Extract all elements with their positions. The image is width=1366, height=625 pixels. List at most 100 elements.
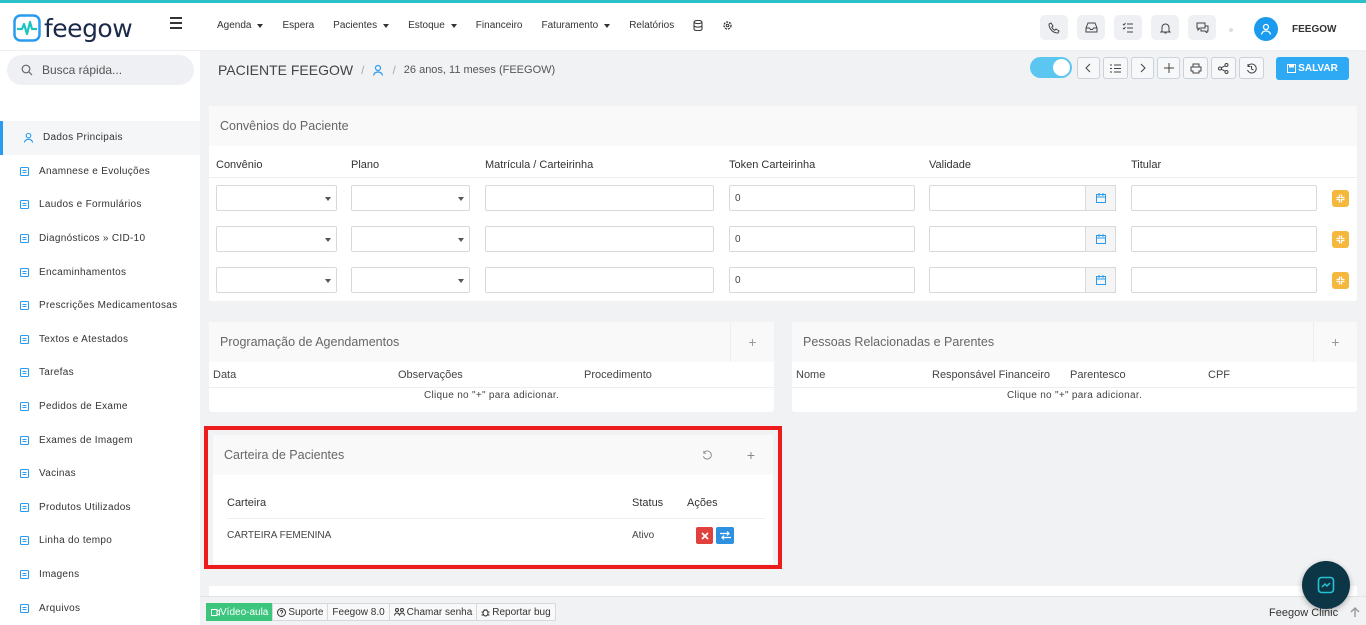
matricula-input[interactable] <box>485 226 714 252</box>
top-icons <box>1040 15 1216 40</box>
menu-estoque[interactable]: Estoque <box>408 20 457 31</box>
expand-icon[interactable] <box>1332 231 1349 248</box>
convenio-select[interactable] <box>216 267 337 293</box>
menu-pacientes[interactable]: Pacientes <box>333 20 390 31</box>
sidebar-item[interactable]: Prescrições Medicamentosas <box>0 289 200 323</box>
validade-input[interactable] <box>929 226 1086 252</box>
token-value: 0 <box>735 233 741 245</box>
menu-agenda[interactable]: Agenda <box>217 20 264 31</box>
user-avatar[interactable] <box>1254 17 1278 41</box>
titular-input[interactable] <box>1131 267 1317 293</box>
carteira-panel: Carteira de Pacientes + Carteira Status … <box>213 435 773 564</box>
users-icon <box>393 608 405 616</box>
menu-faturamento[interactable]: Faturamento <box>542 20 611 31</box>
sidebar-item[interactable]: Pedidos de Exame <box>0 390 200 424</box>
status-toggle[interactable] <box>1030 57 1072 78</box>
logo-text: feegow <box>44 13 133 43</box>
sidebar-item[interactable]: Vacinas <box>0 457 200 491</box>
sidebar-item[interactable]: Textos e Atestados <box>0 323 200 357</box>
bell-icon[interactable] <box>1151 15 1179 40</box>
search-input[interactable]: Busca rápida... <box>7 55 194 85</box>
menu-relatorios[interactable]: Relatórios <box>629 20 674 31</box>
sidebar-item[interactable]: Tarefas <box>0 356 200 390</box>
chat-widget-button[interactable] <box>1302 561 1350 609</box>
close-icon <box>700 531 709 540</box>
save-button[interactable]: SALVAR <box>1276 57 1349 80</box>
titular-input[interactable] <box>1131 185 1317 211</box>
history-icon[interactable] <box>1239 57 1264 79</box>
token-input[interactable]: 0 <box>729 226 915 252</box>
version-label[interactable]: Feegow 8.0 <box>327 603 390 621</box>
matricula-input[interactable] <box>485 185 714 211</box>
sidebar-item[interactable]: Laudos e Formulários <box>0 188 200 222</box>
calendar-icon[interactable] <box>1085 267 1116 293</box>
menu-label: Estoque <box>408 20 445 31</box>
validade-input[interactable] <box>929 267 1086 293</box>
settings-gear-icon[interactable] <box>722 20 733 31</box>
sidebar-item[interactable]: Diagnósticos » CID-10 <box>0 222 200 256</box>
sidebar-item-label: Prescrições Medicamentosas <box>39 300 178 312</box>
plano-select[interactable] <box>351 185 470 211</box>
calendar-icon[interactable] <box>1085 185 1116 211</box>
main-content: PACIENTE FEEGOW / / 26 anos, 11 meses (F… <box>200 51 1366 598</box>
remove-button[interactable] <box>696 527 713 544</box>
convenio-select[interactable] <box>216 185 337 211</box>
database-icon[interactable] <box>693 20 703 31</box>
history-icon[interactable] <box>685 435 729 475</box>
add-plus-icon[interactable]: + <box>729 435 773 475</box>
inbox-icon[interactable] <box>1077 15 1105 40</box>
matricula-input[interactable] <box>485 267 714 293</box>
footer-label: Feegow 8.0 <box>332 606 385 618</box>
expand-icon[interactable] <box>1332 272 1349 289</box>
convenio-row: 0 <box>209 179 1357 220</box>
sidebar-item[interactable]: Dados Principais <box>0 121 200 155</box>
sidebar-nav: Dados Principais Anamnese e Evoluções Laud… <box>0 121 200 625</box>
convenio-select[interactable] <box>216 226 337 252</box>
column-header: Observações <box>398 369 463 381</box>
plus-icon[interactable] <box>1157 57 1180 79</box>
prev-chevron-icon[interactable] <box>1077 57 1100 79</box>
carteira-name: CARTEIRA FEMENINA <box>227 530 332 541</box>
scroll-up-arrow-icon[interactable] <box>1348 605 1362 619</box>
patient-actions <box>1077 57 1264 79</box>
titular-input[interactable] <box>1131 226 1317 252</box>
reportar-bug-button[interactable]: Reportar bug <box>476 603 556 621</box>
list-icon[interactable] <box>1103 57 1128 79</box>
user-name[interactable]: FEEGOW <box>1292 24 1336 35</box>
share-icon[interactable] <box>1211 57 1236 79</box>
sidebar-item[interactable]: Anamnese e Evoluções <box>0 155 200 189</box>
next-chevron-icon[interactable] <box>1131 57 1154 79</box>
sidebar-item[interactable]: Arquivos <box>0 591 200 625</box>
add-plus-icon[interactable]: + <box>1313 322 1357 362</box>
sidebar-item[interactable]: Linha do tempo <box>0 524 200 558</box>
sidebar-item[interactable]: Exames de Imagem <box>0 423 200 457</box>
hamburger-menu-icon[interactable] <box>170 17 182 29</box>
table-header: Carteira Status Ações <box>227 491 765 519</box>
plano-select[interactable] <box>351 267 470 293</box>
column-header: Ações <box>687 497 718 509</box>
menu-financeiro[interactable]: Financeiro <box>476 20 523 31</box>
add-plus-icon[interactable]: + <box>730 322 774 362</box>
chamar-senha-button[interactable]: Chamar senha <box>388 603 478 621</box>
sidebar-item-label: Linha do tempo <box>39 535 113 547</box>
sidebar-item[interactable]: Encaminhamentos <box>0 255 200 289</box>
sidebar-item[interactable]: Imagens <box>0 558 200 592</box>
column-header: Validade <box>929 159 971 171</box>
menu-espera[interactable]: Espera <box>282 20 314 31</box>
suporte-button[interactable]: Suporte <box>272 603 329 621</box>
token-input[interactable]: 0 <box>729 267 915 293</box>
feegow-logo[interactable]: feegow <box>13 13 133 43</box>
checklist-icon[interactable] <box>1114 15 1142 40</box>
chat-icon[interactable] <box>1188 15 1216 40</box>
token-input[interactable]: 0 <box>729 185 915 211</box>
video-aula-button[interactable]: Vídeo-aula <box>206 603 274 621</box>
calendar-icon[interactable] <box>1085 226 1116 252</box>
video-icon <box>211 608 220 616</box>
print-icon[interactable] <box>1183 57 1208 79</box>
expand-icon[interactable] <box>1332 190 1349 207</box>
plano-select[interactable] <box>351 226 470 252</box>
phone-icon[interactable] <box>1040 15 1068 40</box>
swap-button[interactable] <box>716 527 734 544</box>
sidebar-item[interactable]: Produtos Utilizados <box>0 491 200 525</box>
validade-input[interactable] <box>929 185 1086 211</box>
